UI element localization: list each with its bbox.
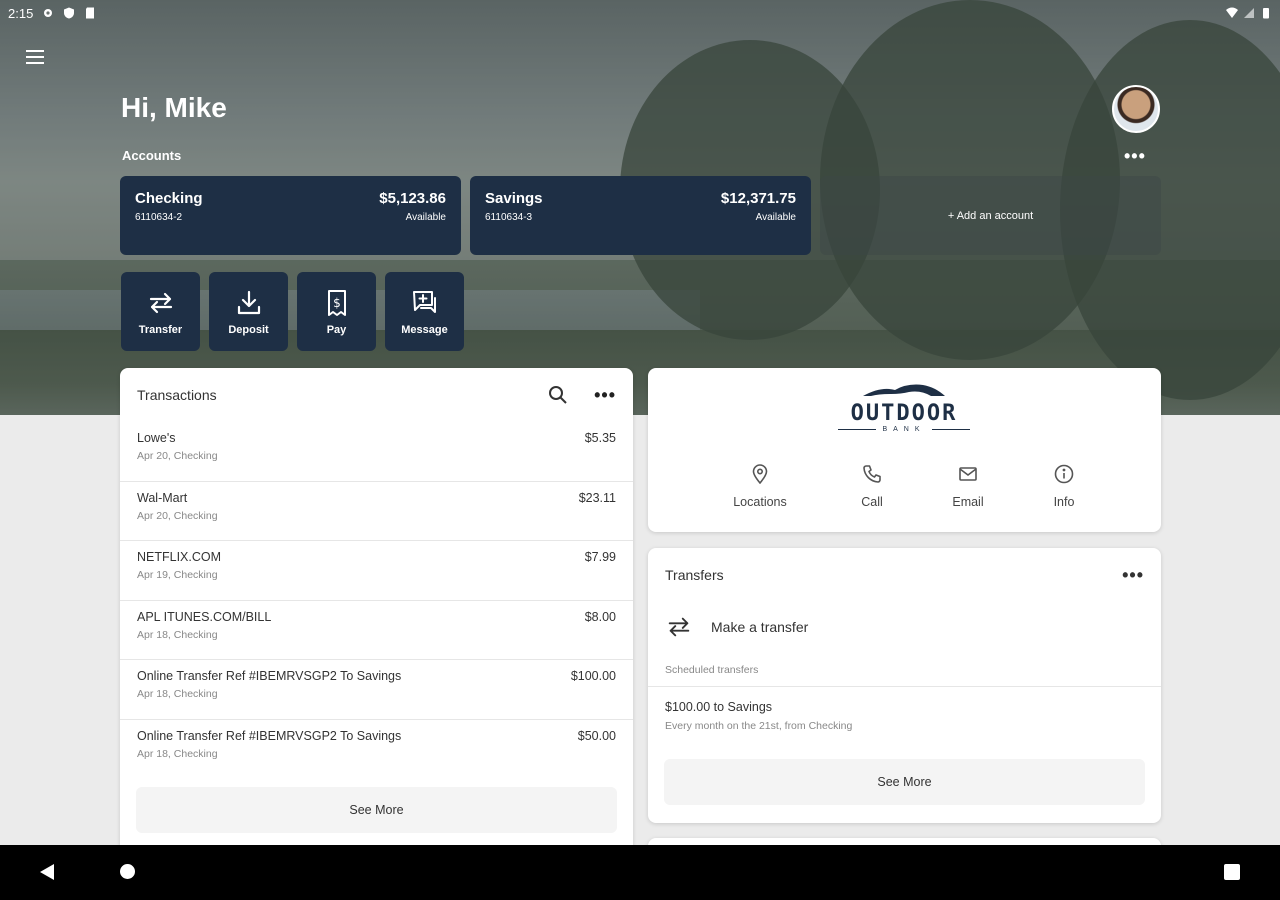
transaction-name: Online Transfer Ref #IBEMRVSGP2 To Savin… [137, 669, 402, 683]
transaction-amount: $7.99 [584, 550, 616, 564]
settings-gear-icon [44, 9, 53, 17]
quick-link-label: Call [861, 495, 883, 509]
transaction-row[interactable]: Wal-Mart Apr 20, Checking $23.11 [120, 482, 633, 541]
transaction-name: Online Transfer Ref #IBEMRVSGP2 To Savin… [137, 728, 402, 743]
transaction-date: Apr 18, Checking [137, 747, 218, 760]
envelope-icon [959, 467, 977, 481]
info-icon [1054, 464, 1074, 484]
action-label: Pay [326, 323, 347, 336]
action-label: Transfer [138, 323, 183, 336]
action-label: Deposit [228, 323, 269, 336]
account-number: 6110634-3 [485, 212, 533, 223]
balance-label: Available [405, 212, 446, 223]
transactions-see-more-button[interactable]: See More [136, 787, 617, 833]
system-navigation-bar [0, 845, 1280, 900]
transaction-date: Apr 18, Checking [137, 628, 218, 641]
wifi-icon [1226, 7, 1238, 18]
transaction-name: NETFLIX.COM [137, 550, 222, 564]
account-number: 6110634-2 [135, 212, 183, 223]
scheduled-transfer-title: $100.00 to Savings [665, 700, 773, 714]
add-account-button[interactable]: + Add an account [820, 176, 1161, 255]
status-time: 2:15 [8, 5, 34, 21]
sd-card-icon [86, 7, 95, 19]
outdoor-bank-logo: OUTDOOR BANK [834, 382, 974, 433]
status-bar: 2:15 [0, 0, 1280, 26]
transaction-date: Apr 20, Checking [137, 450, 218, 462]
account-name: Savings [485, 190, 543, 207]
recent-apps-icon[interactable] [1224, 864, 1240, 880]
transfer-action-button[interactable]: Transfer [121, 272, 200, 351]
account-balance: $12,371.75 [720, 190, 796, 207]
location-pin-icon [752, 464, 768, 484]
logo-subword: BANK [834, 426, 974, 433]
email-button[interactable]: Email [928, 464, 1008, 511]
quick-link-label: Email [952, 495, 984, 509]
account-balance: $5,123.86 [379, 190, 446, 207]
account-card-checking[interactable]: Checking $5,123.86 6110634-2 Available [120, 176, 461, 255]
greeting-title: Hi, Mike [121, 92, 227, 123]
scheduled-transfer-detail: Every month on the 21st, from Checking [665, 720, 853, 732]
scheduled-transfers-label: Scheduled transfers [648, 652, 1161, 687]
transaction-name: Wal-Mart [137, 490, 188, 505]
transaction-name: APL ITUNES.COM/BILL [137, 609, 272, 624]
scheduled-transfer-item[interactable]: $100.00 to Savings Every month on the 21… [648, 687, 1161, 759]
transaction-row[interactable]: Online Transfer Ref #IBEMRVSGP2 To Savin… [120, 720, 633, 780]
transaction-date: Apr 18, Checking [137, 688, 218, 700]
battery-icon [1263, 8, 1269, 19]
message-action-button[interactable]: Message [385, 272, 464, 351]
transaction-row[interactable]: NETFLIX.COM Apr 19, Checking $7.99 [120, 541, 633, 601]
message-icon [412, 290, 436, 313]
account-name: Checking [135, 190, 203, 207]
accounts-label: Accounts [122, 148, 182, 163]
back-icon[interactable] [40, 864, 54, 880]
transaction-amount: $8.00 [584, 609, 616, 624]
phone-icon [863, 465, 881, 483]
deposit-icon [237, 290, 260, 314]
signal-icon [1244, 8, 1254, 18]
transfer-icon [149, 292, 172, 313]
pay-action-button[interactable]: $ Pay [297, 272, 376, 351]
svg-text:$: $ [333, 296, 341, 310]
shield-icon [64, 7, 75, 19]
transaction-amount: $100.00 [570, 669, 616, 683]
transaction-date: Apr 20, Checking [137, 509, 218, 522]
transfers-title: Transfers [665, 567, 724, 583]
transaction-date: Apr 19, Checking [137, 569, 218, 581]
transfers-more-icon[interactable]: ••• [1122, 565, 1144, 586]
action-label: Message [401, 323, 448, 336]
transaction-row[interactable]: Online Transfer Ref #IBEMRVSGP2 To Savin… [120, 660, 633, 720]
transfers-card: Transfers ••• Make a transfer Scheduled … [648, 548, 1161, 823]
transaction-row[interactable]: Lowe's Apr 20, Checking $5.35 [120, 422, 633, 482]
account-card-savings[interactable]: Savings $12,371.75 6110634-3 Available [470, 176, 811, 255]
transaction-row[interactable]: APL ITUNES.COM/BILL Apr 18, Checking $8.0… [120, 601, 633, 660]
mountain-logo-icon [863, 384, 945, 396]
deposit-action-button[interactable]: Deposit [209, 272, 288, 351]
make-transfer-label: Make a transfer [711, 619, 809, 635]
call-button[interactable]: Call [832, 464, 912, 511]
transaction-amount: $5.35 [584, 431, 616, 445]
info-button[interactable]: Info [1024, 464, 1104, 511]
transaction-amount: $50.00 [577, 728, 616, 743]
user-avatar[interactable] [1112, 85, 1160, 133]
hamburger-menu-icon[interactable] [26, 47, 48, 67]
quick-link-label: Info [1053, 495, 1075, 509]
accounts-more-icon[interactable]: ••• [1124, 146, 1146, 167]
make-transfer-button[interactable]: Make a transfer [648, 602, 1161, 652]
transactions-title: Transactions [137, 387, 217, 403]
home-icon[interactable] [120, 864, 135, 879]
bank-info-card: OUTDOOR BANK Locations Call Email Info [648, 368, 1161, 532]
transfers-see-more-button[interactable]: See More [664, 759, 1145, 805]
transaction-name: Lowe's [137, 431, 176, 445]
pay-icon: $ [327, 289, 346, 316]
locations-button[interactable]: Locations [720, 464, 800, 511]
transactions-card: Transactions ••• Lowe's Apr 20, Checking … [120, 368, 633, 858]
balance-label: Available [755, 212, 796, 223]
logo-word: OUTDOOR [850, 401, 958, 426]
quick-link-label: Locations [733, 495, 787, 509]
transactions-more-icon[interactable]: ••• [594, 385, 616, 406]
transaction-amount: $23.11 [578, 490, 616, 505]
transfer-icon [668, 617, 690, 637]
search-icon[interactable] [548, 385, 568, 405]
